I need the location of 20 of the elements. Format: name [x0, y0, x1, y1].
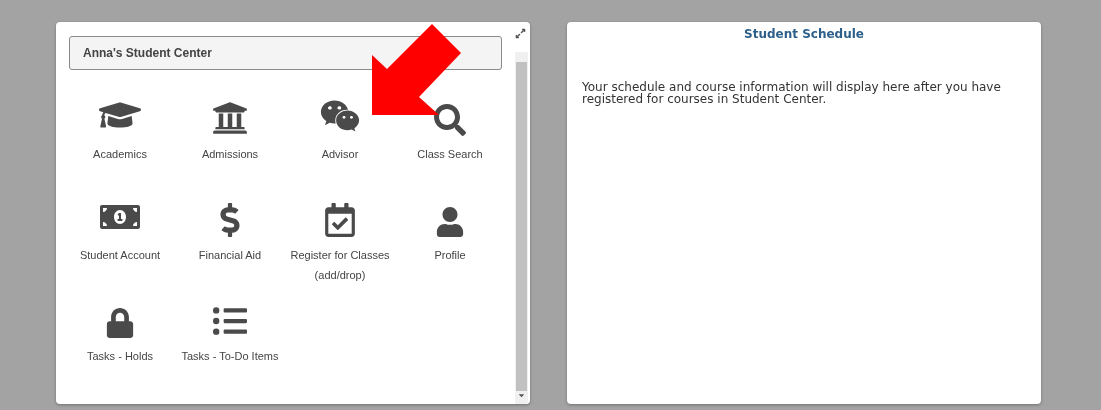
tile-label[interactable]: Academics [70, 144, 170, 164]
scrollbar[interactable] [515, 52, 528, 404]
tile-label[interactable]: Admissions [180, 144, 280, 164]
tile-label[interactable]: Student Account [70, 245, 170, 265]
schedule-message: Your schedule and course information will display here after you have registered for courses in Student Center. [582, 81, 1002, 105]
tile-label[interactable]: Advisor [290, 144, 390, 164]
tile-label[interactable]: Profile [400, 245, 500, 265]
bank-building-icon[interactable] [212, 102, 248, 136]
scroll-down-icon[interactable] [517, 391, 526, 400]
list-icon[interactable] [213, 304, 247, 338]
tile-label[interactable]: Register for Classes (add/drop) [290, 245, 390, 285]
tile-label[interactable]: Tasks - Holds [70, 346, 170, 366]
tile-label[interactable]: Financial Aid [180, 245, 280, 265]
calendar-check-icon[interactable] [323, 203, 357, 237]
scrollbar-thumb[interactable] [516, 62, 527, 392]
search-icon[interactable] [434, 102, 466, 136]
expand-icon[interactable] [515, 28, 526, 39]
tile-label[interactable]: Class Search [400, 144, 500, 164]
tile-label[interactable]: Tasks - To-Do Items [180, 346, 280, 366]
panel-title: Student Schedule [743, 26, 865, 41]
